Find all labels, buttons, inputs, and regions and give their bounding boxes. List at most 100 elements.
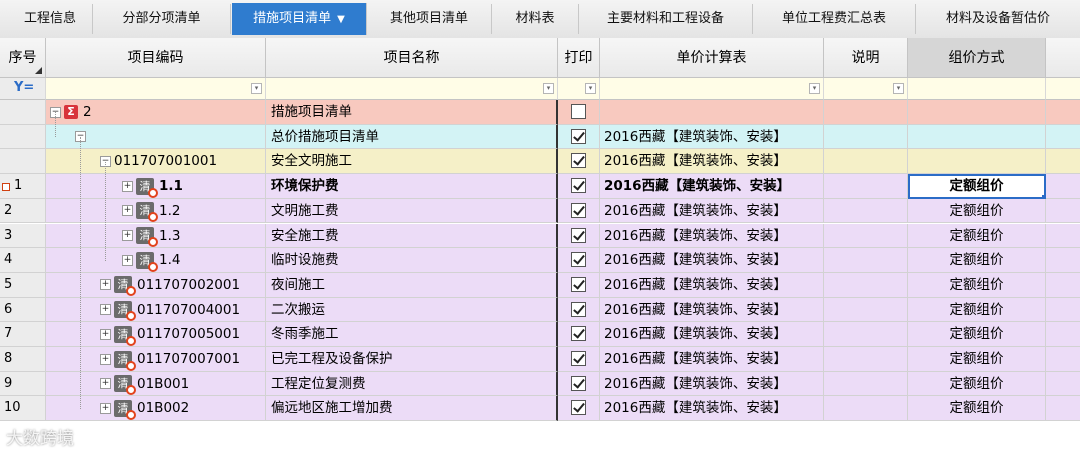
- row-seq-cell[interactable]: 5: [0, 272, 46, 298]
- table-row[interactable]: 3 + 清 1.3 安全施工费 2016西藏【建筑装饰、安装】 定额组价: [0, 223, 1080, 249]
- row-code-cell[interactable]: + 清 1.3: [46, 223, 266, 249]
- row-method-cell[interactable]: 定额组价: [908, 174, 1046, 199]
- row-calc-cell[interactable]: 2016西藏【建筑装饰、安装】: [600, 198, 824, 224]
- header-code[interactable]: 项目编码: [46, 38, 266, 78]
- expand-icon[interactable]: +: [100, 304, 111, 316]
- print-checkbox[interactable]: [571, 276, 586, 292]
- row-name-cell[interactable]: 偏远地区施工增加费: [266, 396, 558, 422]
- row-method-cell[interactable]: 定额组价: [908, 371, 1046, 397]
- row-method-cell[interactable]: 定额组价: [908, 347, 1046, 372]
- row-method-cell[interactable]: [908, 124, 1046, 150]
- filter-dropdown-icon[interactable]: ▾: [893, 83, 904, 94]
- row-name-cell[interactable]: 已完工程及设备保护: [266, 347, 558, 372]
- row-name-cell[interactable]: 夜间施工: [266, 272, 558, 298]
- expand-icon[interactable]: +: [100, 328, 111, 340]
- row-calc-cell[interactable]: 2016西藏【建筑装饰、安装】: [600, 272, 824, 298]
- filter-calc[interactable]: ▾: [600, 78, 824, 100]
- expand-icon[interactable]: +: [122, 254, 133, 266]
- row-method-cell[interactable]: [908, 100, 1046, 125]
- row-calc-cell[interactable]: 2016西藏【建筑装饰、安装】: [600, 248, 824, 273]
- row-name-cell[interactable]: 安全文明施工: [266, 149, 558, 175]
- row-name-cell[interactable]: 环境保护费: [266, 174, 558, 199]
- row-calc-cell[interactable]: 2016西藏【建筑装饰、安装】: [600, 297, 824, 323]
- row-calc-cell[interactable]: 2016西藏【建筑装饰、安装】: [600, 347, 824, 372]
- row-name-cell[interactable]: 文明施工费: [266, 198, 558, 224]
- print-checkbox[interactable]: [571, 400, 586, 416]
- row-seq-cell[interactable]: 7: [0, 322, 46, 347]
- header-name[interactable]: 项目名称: [266, 38, 558, 78]
- filter-desc[interactable]: ▾: [824, 78, 908, 100]
- row-code-cell[interactable]: −: [46, 124, 266, 150]
- row-seq-cell[interactable]: [0, 100, 46, 125]
- row-method-cell[interactable]: 定额组价: [908, 198, 1046, 224]
- row-seq-cell[interactable]: [0, 124, 46, 150]
- row-seq-cell[interactable]: 2: [0, 198, 46, 224]
- filter-print[interactable]: ▾: [558, 78, 600, 100]
- table-row[interactable]: 8 + 清 011707007001 已完工程及设备保护 2016西藏【建筑装饰、安装】定…: [0, 347, 1080, 372]
- row-calc-cell[interactable]: 2016西藏【建筑装饰、安装】: [600, 396, 824, 422]
- row-code-cell[interactable]: −011707001001: [46, 149, 266, 175]
- row-desc-cell[interactable]: [824, 347, 908, 372]
- row-calc-cell[interactable]: [600, 100, 824, 125]
- row-name-cell[interactable]: 措施项目清单: [266, 100, 558, 125]
- row-name-cell[interactable]: 安全施工费: [266, 223, 558, 249]
- row-code-cell[interactable]: − Σ 2: [46, 100, 266, 125]
- row-calc-cell[interactable]: 2016西藏【建筑装饰、安装】: [600, 149, 824, 175]
- row-desc-cell[interactable]: [824, 322, 908, 347]
- expand-icon[interactable]: +: [100, 353, 111, 365]
- row-desc-cell[interactable]: [824, 124, 908, 150]
- table-row[interactable]: 6 + 清 011707004001 二次搬运 2016西藏【建筑装饰、安装】 定额组价: [0, 297, 1080, 323]
- print-checkbox[interactable]: [571, 202, 586, 218]
- row-name-cell[interactable]: 二次搬运: [266, 297, 558, 323]
- expand-icon[interactable]: +: [122, 205, 133, 217]
- row-desc-cell[interactable]: [824, 396, 908, 422]
- filter-dropdown-icon[interactable]: ▾: [543, 83, 554, 94]
- header-print[interactable]: 打印: [558, 38, 600, 78]
- filter-icon[interactable]: Y=: [14, 80, 34, 95]
- row-desc-cell[interactable]: [824, 371, 908, 397]
- row-desc-cell[interactable]: [824, 149, 908, 175]
- table-row[interactable]: − 总价措施项目清单 2016西藏【建筑装饰、安装】: [0, 124, 1080, 150]
- table-row[interactable]: 1 + 清 1.1 环境保护费 2016西藏【建筑装饰、安装】 定额组价: [0, 174, 1080, 201]
- table-row[interactable]: 9 + 清 01B001 工程定位复测费 2016西藏【建筑装饰、安装】 定额组价: [0, 371, 1080, 397]
- row-method-cell[interactable]: 定额组价: [908, 272, 1046, 298]
- filter-seq[interactable]: Y=: [0, 78, 46, 100]
- print-checkbox[interactable]: [571, 326, 586, 342]
- filter-dropdown-icon[interactable]: ▾: [585, 83, 596, 94]
- table-row[interactable]: −011707001001 安全文明施工 2016西藏【建筑装饰、安装】: [0, 149, 1080, 175]
- print-checkbox[interactable]: [571, 178, 586, 194]
- print-checkbox[interactable]: [571, 104, 586, 119]
- row-seq-cell[interactable]: 4: [0, 248, 46, 273]
- header-desc[interactable]: 说明: [824, 38, 908, 78]
- expand-icon[interactable]: +: [100, 402, 111, 414]
- row-method-cell[interactable]: 定额组价: [908, 223, 1046, 249]
- row-code-cell[interactable]: + 清 1.1: [46, 174, 266, 199]
- row-desc-cell[interactable]: [824, 198, 908, 224]
- row-desc-cell[interactable]: [824, 100, 908, 125]
- row-name-cell[interactable]: 临时设施费: [266, 248, 558, 273]
- filter-code[interactable]: ▾: [46, 78, 266, 100]
- row-method-cell[interactable]: 定额组价: [908, 396, 1046, 422]
- tab-provisional[interactable]: 材料及设备暂估价: [916, 4, 1080, 34]
- row-seq-cell[interactable]: 6: [0, 297, 46, 323]
- print-checkbox[interactable]: [571, 227, 586, 243]
- table-row[interactable]: 2 + 清 1.2 文明施工费 2016西藏【建筑装饰、安装】 定额组价: [0, 198, 1080, 224]
- table-row[interactable]: − Σ 2 措施项目清单: [0, 100, 1080, 125]
- row-method-cell[interactable]: 定额组价: [908, 297, 1046, 323]
- filter-method[interactable]: [908, 78, 1046, 100]
- print-checkbox[interactable]: [571, 375, 586, 391]
- table-row[interactable]: 4 + 清 1.4 临时设施费 2016西藏【建筑装饰、安装】 定额组价: [0, 248, 1080, 273]
- row-seq-cell[interactable]: [0, 149, 46, 175]
- row-desc-cell[interactable]: [824, 223, 908, 249]
- row-seq-cell[interactable]: 10: [0, 396, 46, 422]
- header-calc[interactable]: 单价计算表: [600, 38, 824, 78]
- tab-materials[interactable]: 材料表: [492, 4, 579, 34]
- table-row[interactable]: 5 + 清 011707002001 夜间施工 2016西藏【建筑装饰、安装】 定额组价: [0, 272, 1080, 298]
- row-desc-cell[interactable]: [824, 248, 908, 273]
- expand-icon[interactable]: +: [100, 279, 111, 291]
- row-calc-cell[interactable]: 2016西藏【建筑装饰、安装】: [600, 322, 824, 347]
- row-method-cell[interactable]: 定额组价: [908, 322, 1046, 347]
- row-method-cell[interactable]: [908, 149, 1046, 175]
- row-name-cell[interactable]: 冬雨季施工: [266, 322, 558, 347]
- chevron-down-icon[interactable]: ▼: [337, 14, 345, 25]
